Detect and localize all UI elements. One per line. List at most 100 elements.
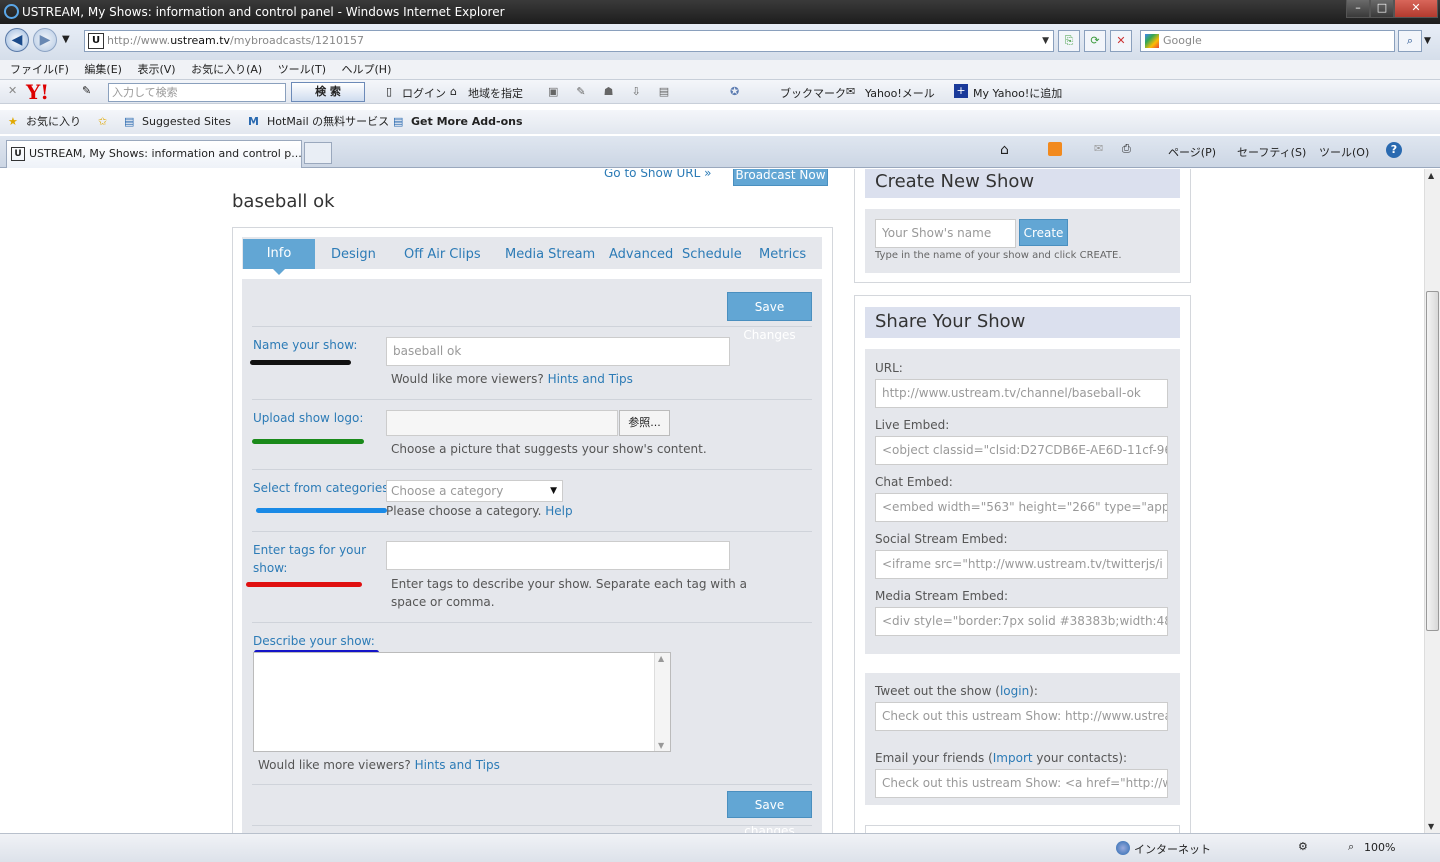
describe-help: Would like more viewers? Hints and Tips [258,758,500,772]
category-help-link[interactable]: Help [545,504,572,518]
search-icon[interactable]: ⌕ [1398,30,1422,52]
browse-button[interactable]: 参照... [619,410,670,436]
menu-edit[interactable]: 編集(E) [84,63,122,76]
tab-favicon-icon: U [11,147,25,161]
description-textarea[interactable]: ▲ ▼ [253,652,671,752]
describe-hints-link[interactable]: Hints and Tips [415,758,500,772]
menu-help[interactable]: ヘルプ(H) [342,63,392,76]
history-dropdown-icon[interactable]: ▼ [62,34,70,45]
search-options-icon[interactable]: ▼ [1424,36,1431,46]
divider [252,399,812,400]
black-annotation-stroke [250,360,351,365]
tab-row: U USTREAM, My Shows: information and con… [0,136,1440,168]
yahoo-login-link[interactable]: ログイン [402,85,446,101]
social-embed-field[interactable]: <iframe src="http://www.ustream.tv/twitt… [875,550,1168,579]
chat-embed-field[interactable]: <embed width="563" height="266" type="ap… [875,493,1168,522]
page-scrollbar[interactable]: ▲ ▼ [1424,169,1440,833]
scroll-down-icon[interactable]: ▼ [1428,822,1434,831]
plus-icon: + [954,84,968,98]
yahoo-search-button[interactable]: 検 索 [291,82,365,102]
compatibility-icon[interactable]: ⎘ [1058,30,1080,52]
url-field[interactable]: http://www.ustream.tv/channel/baseball-o… [875,379,1168,408]
tab-media-stream[interactable]: Media Stream [505,247,595,262]
tab-off-air-clips[interactable]: Off Air Clips [404,247,481,262]
yahoo-mail-link[interactable]: Yahoo!メール [865,85,935,101]
search-input[interactable]: Google [1140,30,1395,52]
live-embed-field[interactable]: <object classid="clsid:D27CDB6E-AE6D-11c… [875,436,1168,465]
tweet-field[interactable]: Check out this ustream Show: http://www.… [875,702,1168,731]
ustream-favicon-icon: U [88,33,104,49]
login-icon: ▯ [386,85,393,98]
tools-menu[interactable]: ツール(O) [1319,144,1369,160]
name-hints-link[interactable]: Hints and Tips [548,372,633,386]
media-embed-field[interactable]: <div style="border:7px solid #38383b;wid… [875,607,1168,636]
new-tab-button[interactable] [304,142,332,164]
textarea-scrollbar[interactable]: ▲ ▼ [654,653,670,751]
favorites-star-icon: ★ [8,115,18,128]
share-show-title: Share Your Show [865,307,1180,338]
close-window-button[interactable]: ✕ [1394,0,1438,18]
stop-icon[interactable]: ✕ [1110,30,1132,52]
minimize-button[interactable]: – [1346,0,1370,18]
suggested-sites-link[interactable]: Suggested Sites [142,110,231,134]
favorites-button[interactable]: お気に入り [26,110,81,134]
tags-input[interactable] [386,541,730,570]
tab-schedule[interactable]: Schedule [682,247,742,262]
zoom-level[interactable]: 100% [1364,841,1395,854]
tweet-login-link[interactable]: login [1000,684,1029,698]
tab-info[interactable]: Info [243,239,315,269]
menu-favorites[interactable]: お気に入り(A) [191,63,262,76]
yahoo-region-link[interactable]: 地域を指定 [468,85,523,101]
maximize-button[interactable]: □ [1370,0,1394,18]
show-name-create-input[interactable]: Your Show's name [875,219,1016,248]
add-favorites-icon[interactable]: ✩ [98,110,107,134]
read-mail-icon[interactable]: ✉ [1094,142,1103,155]
email-field[interactable]: Check out this ustream Show: <a href="ht… [875,769,1168,798]
category-select[interactable]: Choose a category ▼ [386,480,563,502]
scrollbar-thumb[interactable] [1426,291,1439,631]
my-yahoo-add-link[interactable]: My Yahoo!に追加 [973,85,1062,101]
import-contacts-link[interactable]: Import [993,751,1033,765]
address-bar[interactable]: U http://www.ustream.tv/mybroadcasts/121… [84,30,1054,52]
tab-metrics[interactable]: Metrics [759,247,806,262]
rss-icon[interactable] [1048,142,1062,156]
page-menu[interactable]: ページ(P) [1168,144,1216,160]
yahoo-logo-icon[interactable]: Y! [26,80,49,104]
help-icon[interactable]: ? [1386,142,1402,158]
light-blue-annotation-stroke [256,508,387,513]
menu-file[interactable]: ファイル(F) [10,63,69,76]
back-button[interactable]: ◀ [5,28,29,52]
zoom-icon[interactable]: ⌕ [1348,840,1354,854]
star-circle-icon[interactable]: ✪ [730,85,739,98]
scroll-down-icon[interactable]: ▼ [658,741,664,750]
save-changes-button-bottom[interactable]: Save changes [727,791,812,833]
print-icon[interactable]: ⎙ [1122,142,1131,156]
address-dropdown-icon[interactable]: ▼ [1042,31,1049,51]
yahoo-bookmark-link[interactable]: ブックマーク [780,85,846,101]
menu-view[interactable]: 表示(V) [137,63,175,76]
refresh-icon[interactable]: ⟳ [1084,30,1106,52]
save-changes-button-top[interactable]: Save Changes [727,292,812,342]
addons-link[interactable]: Get More Add-ons [411,110,523,134]
logo-file-input[interactable] [386,410,618,436]
toolbar-close-icon[interactable]: ✕ [8,84,17,97]
scroll-up-icon[interactable]: ▲ [658,654,664,663]
home-icon[interactable]: ⌂ [1000,142,1009,158]
scroll-up-icon[interactable]: ▲ [1428,171,1434,180]
pencil-icon[interactable]: ✎ [82,84,91,97]
hotmail-link[interactable]: HotMail の無料サービス [267,110,389,134]
safety-menu[interactable]: セーフティ(S) [1237,144,1306,160]
tab-design[interactable]: Design [331,247,376,262]
forward-button[interactable]: ▶ [33,28,57,52]
yahoo-search-input[interactable]: 入力して検索 [108,83,286,102]
tab-advanced[interactable]: Advanced [609,247,673,262]
chevron-down-icon: ▼ [550,486,557,496]
broadcast-now-button[interactable]: Broadcast Now [733,169,828,186]
protected-mode-icon[interactable]: ⚙ [1298,840,1308,853]
active-tab[interactable]: U USTREAM, My Shows: information and con… [6,140,302,168]
go-to-show-url-link[interactable]: Go to Show URL » [604,169,711,180]
menu-tools[interactable]: ツール(T) [278,63,326,76]
show-name-input[interactable]: baseball ok [386,337,730,366]
toolbar-misc-icons[interactable]: ▣✎☗⇩▤ [548,85,687,98]
create-button[interactable]: Create [1019,219,1068,246]
